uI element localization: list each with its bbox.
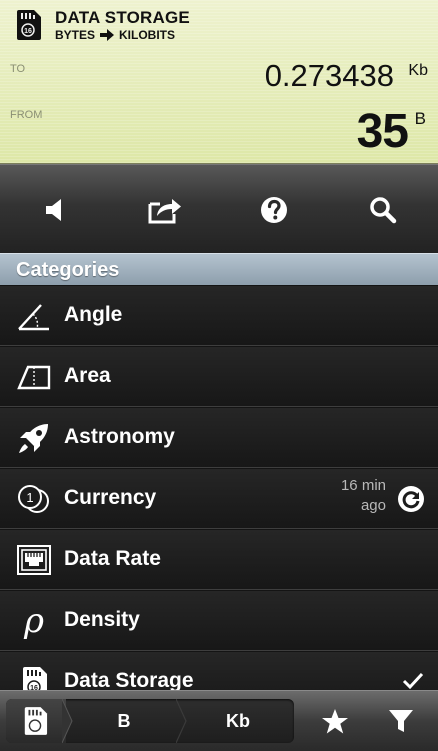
from-unit-name: BYTES bbox=[55, 28, 96, 42]
svg-text:16: 16 bbox=[24, 28, 32, 35]
category-label: Astronomy bbox=[64, 425, 175, 448]
sd-card-icon: 16 bbox=[16, 664, 52, 690]
category-row-currency[interactable]: 1 Currency 16 min ago bbox=[0, 468, 438, 529]
category-row-data-rate[interactable]: Data Rate bbox=[0, 529, 438, 590]
crumb-separator bbox=[176, 699, 187, 743]
favorites-button[interactable] bbox=[310, 699, 360, 743]
category-row-density[interactable]: ρ Density bbox=[0, 590, 438, 651]
category-title: DATA STORAGE bbox=[55, 8, 190, 27]
categories-heading: Categories bbox=[16, 259, 120, 281]
categories-list[interactable]: Angle Area Astronomy 1 Currency 16 min a… bbox=[0, 285, 438, 690]
category-crumb[interactable] bbox=[6, 699, 73, 743]
category-label: Data Storage bbox=[64, 669, 194, 690]
to-value[interactable]: 0.273438 bbox=[265, 58, 394, 94]
from-unit-crumb[interactable]: B bbox=[74, 699, 174, 743]
category-row-astronomy[interactable]: Astronomy bbox=[0, 407, 438, 468]
action-toolbar bbox=[0, 164, 438, 254]
currency-updated-time: 16 min ago bbox=[341, 476, 386, 516]
bottom-bar: B Kb bbox=[0, 690, 438, 751]
rocket-icon bbox=[16, 420, 52, 456]
to-unit[interactable]: Kb bbox=[408, 62, 428, 80]
svg-text:1: 1 bbox=[26, 490, 33, 505]
speak-button[interactable] bbox=[0, 165, 110, 254]
checkmark-icon bbox=[402, 672, 424, 690]
categories-section-header: Categories bbox=[0, 253, 438, 287]
share-icon bbox=[148, 198, 181, 223]
category-row-area[interactable]: Area bbox=[0, 346, 438, 407]
to-unit-crumb[interactable]: Kb bbox=[188, 699, 288, 743]
category-label: Density bbox=[64, 608, 140, 631]
crumb-separator bbox=[62, 699, 73, 743]
category-label: Data Rate bbox=[64, 547, 161, 570]
search-button[interactable] bbox=[328, 165, 438, 254]
coins-icon: 1 bbox=[16, 481, 52, 517]
conversion-display: 16 DATA STORAGE BYTES KILOBITS TO 0.2734… bbox=[0, 0, 438, 164]
sd-card-icon: 16 bbox=[17, 10, 41, 40]
share-button[interactable] bbox=[110, 165, 220, 254]
from-value[interactable]: 35 bbox=[357, 104, 409, 159]
conversion-subtitle: BYTES KILOBITS bbox=[55, 28, 175, 42]
rho-glyph: ρ bbox=[24, 601, 44, 641]
speaker-icon bbox=[46, 198, 61, 221]
search-icon bbox=[370, 196, 397, 223]
sd-card-icon bbox=[24, 707, 48, 735]
filter-button[interactable] bbox=[376, 699, 426, 743]
updated-time-value: 16 min bbox=[340, 477, 386, 494]
star-icon bbox=[322, 708, 348, 733]
angle-icon bbox=[16, 298, 52, 334]
from-unit[interactable]: B bbox=[415, 109, 426, 129]
category-label: Angle bbox=[64, 303, 123, 326]
category-label: Area bbox=[64, 364, 111, 387]
unit-breadcrumb: B Kb bbox=[6, 699, 294, 743]
category-row-angle[interactable]: Angle bbox=[0, 285, 438, 346]
refresh-icon[interactable] bbox=[398, 486, 424, 512]
help-icon bbox=[261, 196, 287, 223]
to-unit-name: KILOBITS bbox=[119, 28, 176, 42]
rho-icon: ρ bbox=[16, 603, 52, 639]
filter-icon bbox=[389, 710, 413, 732]
category-row-data-storage[interactable]: 16 Data Storage bbox=[0, 651, 438, 690]
to-label: TO bbox=[10, 63, 26, 75]
ethernet-port-icon bbox=[16, 542, 52, 578]
updated-time-suffix: ago bbox=[360, 497, 386, 514]
arrow-right-icon bbox=[100, 29, 115, 41]
category-label: Currency bbox=[64, 486, 157, 509]
area-icon bbox=[16, 359, 52, 395]
from-label: FROM bbox=[10, 109, 43, 121]
help-button[interactable] bbox=[219, 165, 329, 254]
